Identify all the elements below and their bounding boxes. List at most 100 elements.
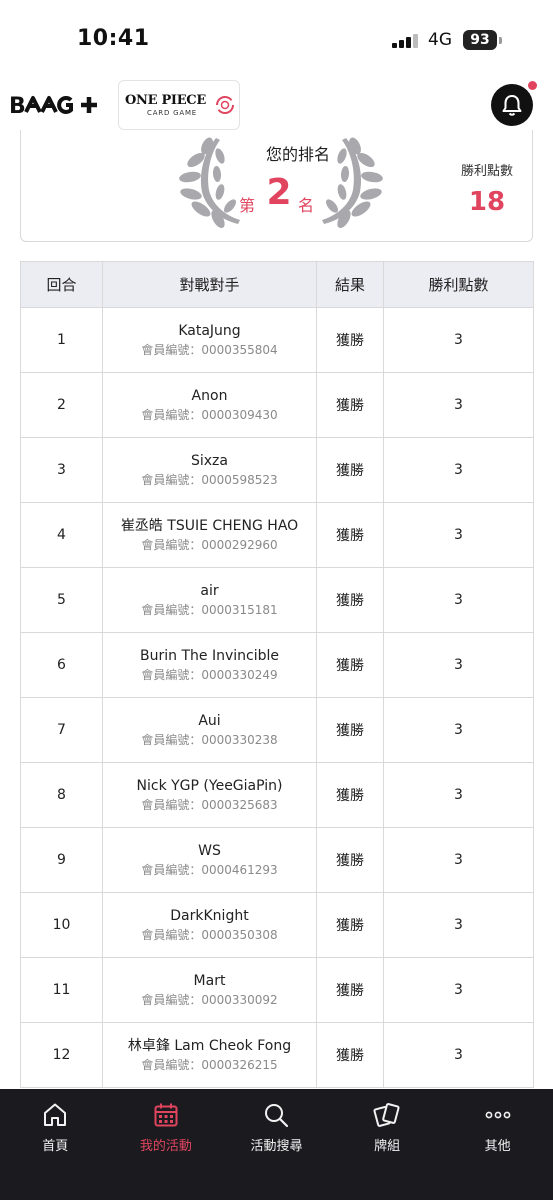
round-cell: 9 bbox=[20, 827, 103, 893]
table-row[interactable]: 3 Sixza 會員編號：0000598523 獲勝 3 bbox=[20, 437, 534, 503]
opponent-name: 林卓鋒 Lam Cheok Fong bbox=[127, 1038, 292, 1054]
one-piece-logo[interactable]: ONE PIECE CARD GAME bbox=[118, 80, 240, 130]
wins-value: 18 bbox=[468, 187, 506, 217]
svg-text:B: B bbox=[9, 94, 26, 118]
opponent-cell: KataJung 會員編號：0000355804 bbox=[102, 307, 317, 373]
network-type: 4G bbox=[428, 30, 452, 50]
opponent-name: Aui bbox=[198, 713, 221, 729]
opponent-member-id: 會員編號：0000461293 bbox=[141, 863, 278, 877]
table-row[interactable]: 5 air 會員編號：0000315181 獲勝 3 bbox=[20, 567, 534, 633]
points-cell: 3 bbox=[383, 307, 534, 373]
more-icon bbox=[485, 1111, 511, 1119]
opponent-cell: Aui 會員編號：0000330238 bbox=[102, 697, 317, 763]
round-cell: 4 bbox=[20, 502, 103, 568]
table-row[interactable]: 9 WS 會員編號：0000461293 獲勝 3 bbox=[20, 827, 534, 893]
bell-icon bbox=[502, 95, 522, 116]
round-cell: 1 bbox=[20, 307, 103, 373]
search-icon bbox=[265, 1104, 289, 1128]
opponent-name: WS bbox=[198, 843, 221, 859]
opponent-name: Mart bbox=[193, 973, 226, 989]
result-cell: 獲勝 bbox=[316, 372, 384, 438]
opponent-member-id: 會員編號：0000292960 bbox=[141, 538, 278, 552]
result-cell: 獲勝 bbox=[316, 632, 384, 698]
wins-label: 勝利點數 bbox=[460, 164, 513, 179]
table-row[interactable]: 10 DarkKnight 會員編號：0000350308 獲勝 3 bbox=[20, 892, 534, 958]
table-row[interactable]: 4 崔丞皓 TSUIE CHENG HAO 會員編號：0000292960 獲勝 3 bbox=[20, 502, 534, 568]
result-cell: 獲勝 bbox=[316, 892, 384, 958]
opponent-member-id: 會員編號：0000350308 bbox=[141, 928, 278, 942]
one-piece-title: ONE PIECE bbox=[125, 93, 206, 108]
header-result: 結果 bbox=[316, 261, 384, 308]
card-game-emblem-icon bbox=[216, 96, 234, 114]
result-cell: 獲勝 bbox=[316, 762, 384, 828]
notification-button[interactable] bbox=[491, 84, 533, 126]
points-cell: 3 bbox=[383, 502, 534, 568]
status-bar: 10:41 4G 93 bbox=[0, 0, 553, 78]
opponent-member-id: 會員編號：0000598523 bbox=[141, 473, 278, 487]
points-cell: 3 bbox=[383, 892, 534, 958]
table-row[interactable]: 12 林卓鋒 Lam Cheok Fong 會員編號：0000326215 獲勝 3 bbox=[20, 1022, 534, 1088]
nav-decks[interactable]: 牌組 bbox=[332, 1089, 443, 1159]
opponent-name: 崔丞皓 TSUIE CHENG HAO bbox=[120, 518, 299, 534]
opponent-name: Anon bbox=[191, 388, 228, 404]
table-row[interactable]: 2 Anon 會員編號：0000309430 獲勝 3 bbox=[20, 372, 534, 438]
opponent-cell: DarkKnight 會員編號：0000350308 bbox=[102, 892, 317, 958]
nav-home-label: 首頁 bbox=[42, 1139, 69, 1154]
result-cell: 獲勝 bbox=[316, 827, 384, 893]
opponent-name: Sixza bbox=[191, 453, 228, 469]
opponent-cell: air 會員編號：0000315181 bbox=[102, 567, 317, 633]
points-cell: 3 bbox=[383, 567, 534, 633]
opponent-cell: Nick YGP (YeeGiaPin) 會員編號：0000325683 bbox=[102, 762, 317, 828]
round-cell: 6 bbox=[20, 632, 103, 698]
nav-my-events[interactable]: 我的活動 bbox=[111, 1089, 222, 1159]
points-cell: 3 bbox=[383, 437, 534, 503]
opponent-member-id: 會員編號：0000325683 bbox=[141, 798, 278, 812]
points-cell: 3 bbox=[383, 1022, 534, 1088]
calendar-icon bbox=[154, 1103, 178, 1127]
opponent-cell: Burin The Invincible 會員編號：0000330249 bbox=[102, 632, 317, 698]
brand-logo[interactable]: B bbox=[9, 92, 101, 118]
round-cell: 10 bbox=[20, 892, 103, 958]
opponent-member-id: 會員編號：0000355804 bbox=[141, 343, 278, 357]
opponent-member-id: 會員編號：0000330249 bbox=[141, 668, 278, 682]
points-cell: 3 bbox=[383, 372, 534, 438]
rank-label: 您的排名 bbox=[265, 145, 330, 164]
rank-card: 您的排名 第 2 名 勝利點數 18 bbox=[20, 130, 533, 242]
result-cell: 獲勝 bbox=[316, 1022, 384, 1088]
points-cell: 3 bbox=[383, 697, 534, 763]
one-piece-subtitle: CARD GAME bbox=[147, 109, 198, 117]
status-time: 10:41 bbox=[77, 26, 150, 51]
round-cell: 11 bbox=[20, 957, 103, 1023]
notification-dot bbox=[528, 81, 537, 90]
table-row[interactable]: 7 Aui 會員編號：0000330238 獲勝 3 bbox=[20, 697, 534, 763]
nav-more[interactable]: 其他 bbox=[442, 1089, 553, 1159]
round-cell: 2 bbox=[20, 372, 103, 438]
rank-prefix: 第 bbox=[239, 196, 256, 215]
nav-home[interactable]: 首頁 bbox=[0, 1089, 111, 1159]
table-row[interactable]: 8 Nick YGP (YeeGiaPin) 會員編號：0000325683 獲勝 3 bbox=[20, 762, 534, 828]
opponent-cell: Anon 會員編號：0000309430 bbox=[102, 372, 317, 438]
opponent-member-id: 會員編號：0000309430 bbox=[141, 408, 278, 422]
opponent-member-id: 會員編號：0000326215 bbox=[141, 1058, 278, 1072]
result-cell: 獲勝 bbox=[316, 697, 384, 763]
opponent-cell: 崔丞皓 TSUIE CHENG HAO 會員編號：0000292960 bbox=[102, 502, 317, 568]
result-cell: 獲勝 bbox=[316, 437, 384, 503]
table-row[interactable]: 11 Mart 會員編號：0000330092 獲勝 3 bbox=[20, 957, 534, 1023]
opponent-cell: Sixza 會員編號：0000598523 bbox=[102, 437, 317, 503]
opponent-member-id: 會員編號：0000330238 bbox=[141, 733, 278, 747]
nav-event-search[interactable]: 活動搜尋 bbox=[221, 1089, 332, 1159]
table-row[interactable]: 6 Burin The Invincible 會員編號：0000330249 獲勝 3 bbox=[20, 632, 534, 698]
round-cell: 7 bbox=[20, 697, 103, 763]
cards-icon bbox=[373, 1103, 400, 1127]
opponent-name: KataJung bbox=[178, 323, 241, 339]
points-cell: 3 bbox=[383, 762, 534, 828]
points-cell: 3 bbox=[383, 827, 534, 893]
nav-my-events-label: 我的活動 bbox=[139, 1139, 192, 1154]
signal-icon bbox=[392, 34, 420, 48]
opponent-name: Burin The Invincible bbox=[140, 648, 279, 664]
table-header-row: 回合 對戰對手 結果 勝利點數 bbox=[20, 261, 534, 308]
nav-decks-label: 牌組 bbox=[374, 1139, 401, 1154]
table-row[interactable]: 1 KataJung 會員編號：0000355804 獲勝 3 bbox=[20, 307, 534, 373]
rank-value: 2 bbox=[266, 172, 292, 213]
battery-icon: 93 bbox=[463, 30, 497, 50]
